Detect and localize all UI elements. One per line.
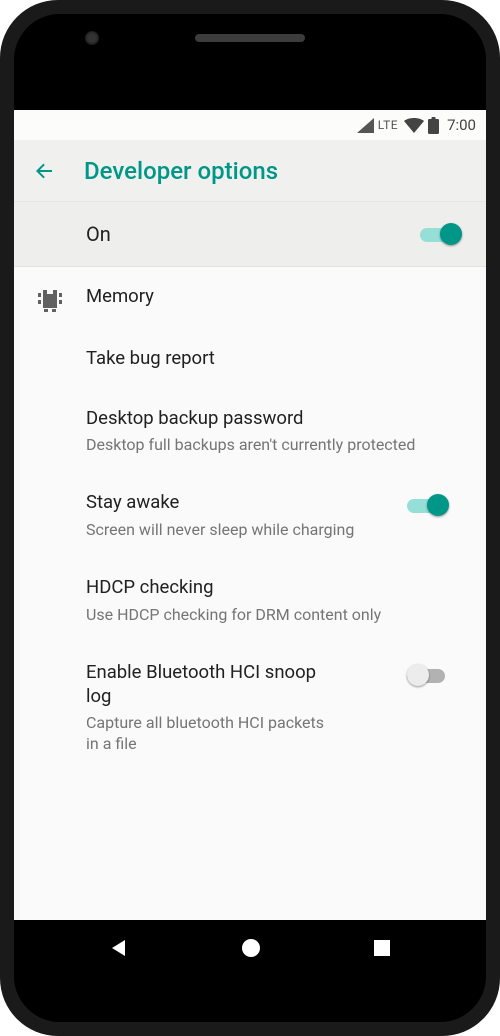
master-switch-row[interactable]: On — [14, 202, 486, 267]
stay-awake-switch[interactable] — [407, 491, 451, 519]
row-stay-awake[interactable]: Stay awake Screen will never sleep while… — [14, 473, 486, 558]
navigation-bar — [14, 920, 486, 976]
row-btsnoop-title: Enable Bluetooth HCI snoop log — [86, 661, 326, 708]
row-bt-hci-snoop[interactable]: Enable Bluetooth HCI snoop log Capture a… — [14, 643, 486, 773]
row-desktop-backup-password[interactable]: Desktop backup password Desktop full bac… — [14, 389, 486, 474]
app-bar: Developer options — [14, 140, 486, 202]
master-switch[interactable] — [420, 220, 464, 248]
status-bar: LTE 7:00 — [14, 110, 486, 140]
row-stay-awake-subtitle: Screen will never sleep while charging — [86, 519, 394, 540]
earpiece-speaker — [195, 34, 305, 42]
row-bug-report[interactable]: Take bug report — [14, 329, 486, 389]
proximity-sensor — [229, 66, 271, 78]
back-arrow-icon[interactable] — [32, 159, 56, 183]
bt-snoop-switch[interactable] — [407, 661, 451, 689]
battery-icon — [428, 117, 439, 134]
settings-list: Memory Take bug report Desktop backup pa… — [14, 267, 486, 920]
row-bug-report-title: Take bug report — [86, 347, 464, 371]
page-title: Developer options — [84, 157, 278, 185]
master-switch-label: On — [86, 222, 420, 246]
row-hdcp-checking[interactable]: HDCP checking Use HDCP checking for DRM … — [14, 558, 486, 643]
row-memory-title: Memory — [86, 285, 464, 309]
row-backup-title: Desktop backup password — [86, 407, 464, 431]
phone-frame: LTE 7:00 Developer options On — [0, 0, 500, 1036]
network-type-label: LTE — [378, 118, 398, 132]
memory-chip-icon — [38, 287, 62, 311]
front-camera — [85, 31, 99, 45]
nav-recents-icon[interactable] — [372, 938, 392, 958]
row-stay-awake-title: Stay awake — [86, 491, 394, 515]
device-top-bezel — [14, 14, 486, 110]
screen: LTE 7:00 Developer options On — [14, 110, 486, 976]
clock-time: 7:00 — [447, 116, 476, 134]
row-btsnoop-subtitle: Capture all bluetooth HCI packets in a f… — [86, 712, 326, 754]
row-hdcp-title: HDCP checking — [86, 576, 464, 600]
device-bottom-bezel — [14, 976, 486, 1022]
row-backup-subtitle: Desktop full backups aren't currently pr… — [86, 434, 464, 455]
phone-screen-container: LTE 7:00 Developer options On — [14, 14, 486, 1022]
nav-home-icon[interactable] — [239, 936, 263, 960]
cellular-signal-icon — [357, 118, 374, 133]
wifi-icon — [404, 118, 424, 133]
row-memory[interactable]: Memory — [14, 267, 486, 329]
row-hdcp-subtitle: Use HDCP checking for DRM content only — [86, 604, 464, 625]
nav-back-icon[interactable] — [108, 937, 130, 959]
